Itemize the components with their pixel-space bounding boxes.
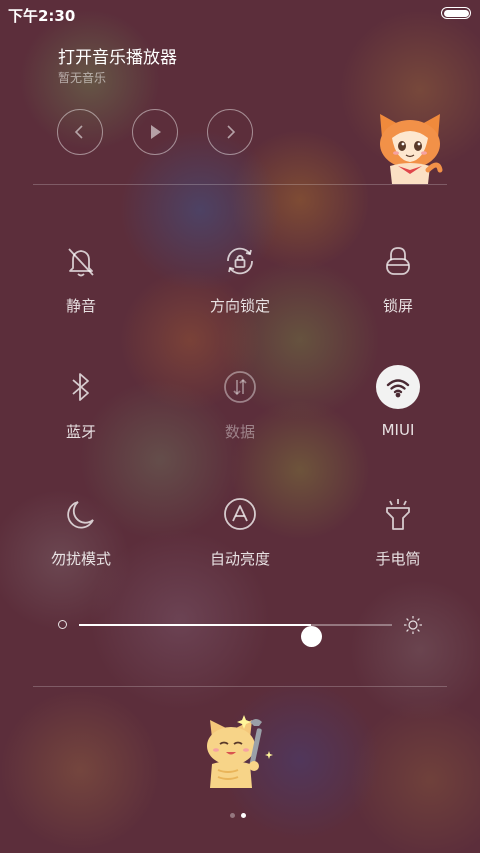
wifi-icon [376,365,420,409]
rotation-lock-icon [218,239,262,283]
play-icon [151,125,161,139]
toggle-label: 方向锁定 [209,297,270,315]
brightness-high-icon [404,616,422,634]
toggle-label: 蓝牙 [65,423,96,441]
page-dot-active[interactable] [241,813,246,818]
battery-icon [441,7,471,19]
status-time: 下午2:30 [8,7,76,25]
toggle-label: 锁屏 [382,297,413,315]
toggle-flashlight[interactable]: 手电筒 [338,492,458,569]
play-button[interactable] [132,109,178,155]
toggle-label: 勿扰模式 [50,550,111,568]
bluetooth-icon [59,365,103,409]
music-player-title[interactable]: 打开音乐播放器 [58,43,177,68]
toggle-mobile-data[interactable]: 数据 [180,365,300,442]
slider-thumb[interactable] [300,626,322,647]
toggle-bluetooth[interactable]: 蓝牙 [21,365,141,442]
previous-button[interactable] [57,109,103,155]
toggle-label: MIUI [381,421,415,439]
previous-icon [74,125,83,139]
toggle-label: 静音 [65,297,96,315]
flashlight-icon [376,492,420,536]
brightness-slider[interactable] [56,612,428,647]
toggle-mute[interactable]: 静音 [21,239,141,316]
mobile-data-icon [218,365,262,409]
divider [33,686,447,687]
toggle-lock-screen[interactable]: 锁屏 [338,239,458,316]
toggle-rotation-lock[interactable]: 方向锁定 [180,239,300,316]
toggle-label: 手电筒 [375,550,421,568]
divider [33,184,447,185]
moon-icon [59,492,103,536]
cat-wrench-mascot-image [207,715,273,788]
brightness-low-icon [58,620,67,629]
slider-fill [79,624,311,626]
toggle-wifi[interactable]: MIUI [338,365,458,439]
page-indicator[interactable] [230,813,246,818]
notification-shade: 下午2:30 打开音乐播放器 暂无音乐 静音 方向锁定 锁屏 蓝牙 数据 MIU… [0,0,480,853]
toggle-auto-brightness[interactable]: 自动亮度 [180,492,300,569]
toggle-label: 数据 [224,423,255,441]
bell-muted-icon [59,239,103,283]
auto-brightness-icon [218,492,262,536]
next-icon [227,125,236,139]
music-player-subtitle: 暂无音乐 [58,71,107,85]
next-button[interactable] [207,109,253,155]
toggle-do-not-disturb[interactable]: 勿扰模式 [21,492,141,569]
cat-mascot-image [380,114,443,184]
slider-track[interactable] [79,624,392,647]
page-dot[interactable] [230,813,235,818]
toggle-label: 自动亮度 [209,550,270,568]
lock-icon [376,239,420,283]
